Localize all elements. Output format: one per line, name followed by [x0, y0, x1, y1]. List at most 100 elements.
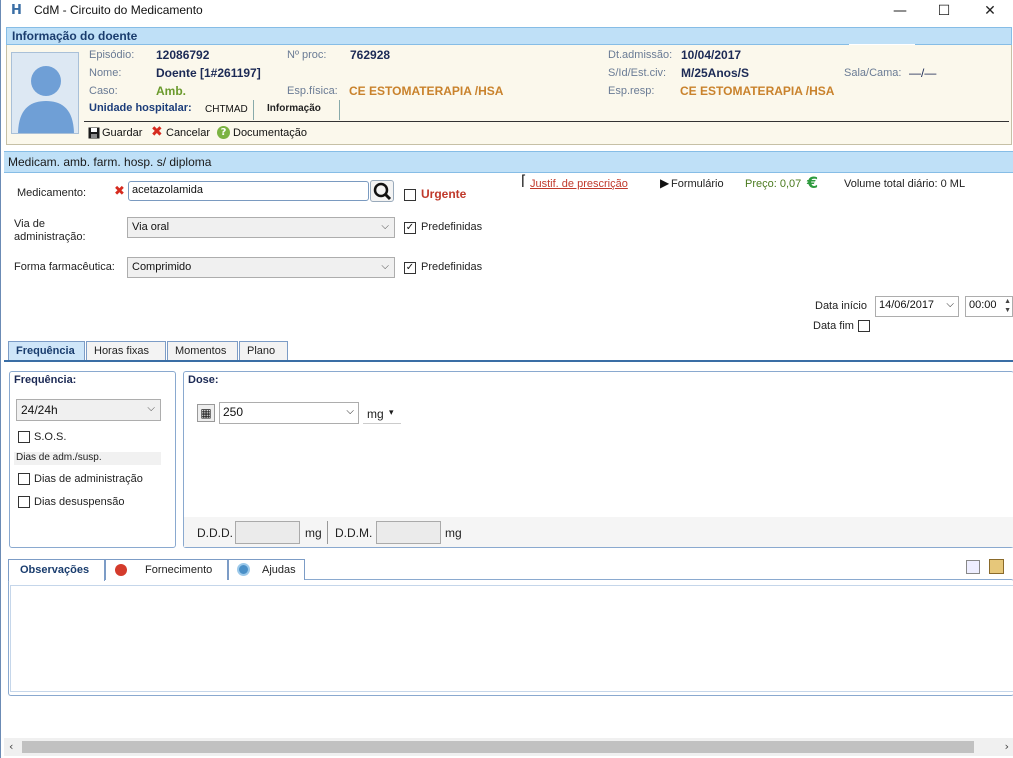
patient-info-header: Informação do doente: [6, 27, 1012, 45]
dias-header-label: Dias de adm./susp.: [16, 452, 102, 463]
observacoes-textarea[interactable]: [10, 585, 1013, 692]
chevron-down-icon: ⌵: [381, 261, 389, 272]
unidade-label: Unidade hospitalar:: [89, 102, 192, 114]
urgente-label: Urgente: [421, 187, 467, 201]
forma-label: Forma farmacêutica:: [14, 261, 115, 273]
tab-underline: [4, 360, 1013, 362]
data-fim-checkbox[interactable]: [858, 320, 870, 332]
close-button[interactable]: ✕: [967, 0, 1013, 22]
dias-susp-label: Dias desuspensão: [34, 496, 125, 508]
caret-down-icon: ▾: [389, 408, 394, 418]
toolbar-separator: [84, 121, 1009, 122]
tab-observacoes[interactable]: Observações: [8, 559, 105, 581]
dias-admin-label: Dias de administração: [34, 473, 143, 485]
app-logo-icon: H: [11, 3, 22, 18]
medicamento-label: Medicamento:: [17, 187, 87, 199]
dtadmissao-label: Dt.admissão:: [608, 49, 673, 61]
sala-cama-label: Sala/Cama:: [844, 67, 902, 79]
episodio-label: Episódio:: [89, 49, 135, 61]
via-value: Via oral: [132, 221, 170, 233]
frequencia-select[interactable]: 24/24h ⌵: [16, 399, 161, 421]
tab-fornecimento[interactable]: Fornecimento: [105, 559, 228, 580]
scroll-right-icon[interactable]: ›: [1005, 740, 1009, 753]
data-inicio-input[interactable]: 14/06/2017 ⌵: [875, 296, 959, 317]
copy-icon[interactable]: [966, 560, 980, 574]
urgente-checkbox[interactable]: [404, 189, 416, 201]
chevron-down-icon: ⌵: [381, 221, 389, 232]
title-bar: H CdM - Circuito do Medicamento — ☐ ✕: [1, 0, 1013, 22]
predefinidas-checkbox-1[interactable]: ✓: [404, 222, 416, 234]
paste-icon[interactable]: [989, 559, 1004, 574]
nome-value: Doente [1#261197]: [156, 66, 261, 80]
predefinidas-label-2: Predefinidas: [421, 261, 483, 273]
esp-fisica-value: CE ESTOMATERAPIA /HSA: [349, 84, 504, 98]
dose-select[interactable]: 250 ⌵: [219, 402, 359, 424]
cancel-button[interactable]: Cancelar: [166, 127, 210, 139]
dias-susp-checkbox[interactable]: [18, 496, 30, 508]
predefinidas-checkbox-2[interactable]: ✓: [404, 262, 416, 274]
ddm-input[interactable]: [376, 521, 441, 544]
chevron-down-icon: ⌵: [946, 299, 954, 310]
tab-horas-fixas[interactable]: Horas fixas: [86, 341, 166, 361]
save-icon: [88, 127, 100, 139]
tab-ajudas[interactable]: Ajudas: [228, 559, 305, 580]
tab-fornecimento-label: Fornecimento: [145, 564, 213, 576]
search-icon: [373, 182, 392, 201]
nome-label: Nome:: [89, 67, 122, 79]
spinner-icon[interactable]: ▲ ▼: [1004, 297, 1011, 315]
ddd-unit: mg: [305, 526, 322, 540]
via-label-line1: Via de: [14, 218, 45, 230]
divider: [339, 100, 340, 120]
divider: [327, 521, 328, 544]
sid-value: M/25Anos/S: [681, 66, 750, 80]
episodio-value: 12086792: [156, 48, 210, 62]
preco-label: Preço: 0,07: [745, 178, 802, 190]
hora-input[interactable]: 00:00 ▲ ▼: [965, 296, 1013, 317]
esp-fisica-label: Esp.física:: [287, 85, 338, 97]
ddm-label: D.D.M.: [335, 526, 373, 540]
section-header: Medicam. amb. farm. hosp. s/ diploma: [4, 151, 1013, 173]
via-select[interactable]: Via oral ⌵: [127, 217, 395, 238]
save-button[interactable]: Guardar: [102, 127, 142, 139]
tab-frequencia[interactable]: Frequência: [8, 341, 85, 362]
tab-informacao[interactable]: Informação: [267, 103, 321, 114]
minimize-button[interactable]: —: [877, 0, 923, 22]
euro-icon: €: [807, 173, 819, 192]
ddd-input[interactable]: [235, 521, 300, 544]
sos-label: S.O.S.: [34, 431, 67, 443]
data-inicio-value: 14/06/2017: [879, 299, 935, 311]
scroll-left-icon[interactable]: ‹: [9, 740, 13, 753]
search-button[interactable]: [370, 180, 394, 202]
justif-prescricao-link[interactable]: Justif. de prescrição: [530, 178, 628, 190]
medicamento-input[interactable]: acetazolamida: [128, 181, 369, 201]
tab-ajudas-label: Ajudas: [262, 564, 296, 576]
caso-label: Caso:: [89, 85, 118, 97]
lifebuoy-icon: [237, 563, 250, 576]
tab-momentos[interactable]: Momentos: [167, 341, 238, 361]
forma-select[interactable]: Comprimido ⌵: [127, 257, 395, 278]
help-icon: ?: [217, 126, 230, 139]
chevron-down-icon: ⌵: [147, 403, 155, 414]
dose-unit: mg: [367, 407, 384, 421]
data-inicio-label: Data início: [815, 300, 867, 312]
maximize-button[interactable]: ☐: [921, 0, 967, 22]
calculator-icon[interactable]: ▦: [197, 404, 215, 422]
nproc-label: Nº proc:: [287, 49, 327, 61]
documentation-button[interactable]: Documentação: [233, 127, 307, 139]
dose-unit-dropdown[interactable]: mg ▾: [363, 404, 401, 424]
document-icon: ⌈: [521, 173, 527, 189]
clear-icon[interactable]: ✖: [114, 184, 125, 199]
esp-resp-label: Esp.resp:: [608, 85, 655, 97]
horizontal-scrollbar[interactable]: ‹ ›: [4, 738, 1013, 756]
formulario-button[interactable]: Formulário: [671, 178, 724, 190]
person-silhouette-icon: [11, 52, 79, 134]
dias-header: Dias de adm./susp.: [14, 452, 161, 465]
volume-label: Volume total diário: 0 ML: [844, 178, 966, 190]
cancel-icon: ✖: [151, 124, 163, 140]
via-label-line2: administração:: [14, 231, 86, 243]
dias-admin-checkbox[interactable]: [18, 473, 30, 485]
sos-checkbox[interactable]: [18, 431, 30, 443]
scrollbar-thumb[interactable]: [22, 741, 974, 753]
hora-value: 00:00: [969, 299, 997, 311]
tab-plano[interactable]: Plano: [239, 341, 288, 361]
